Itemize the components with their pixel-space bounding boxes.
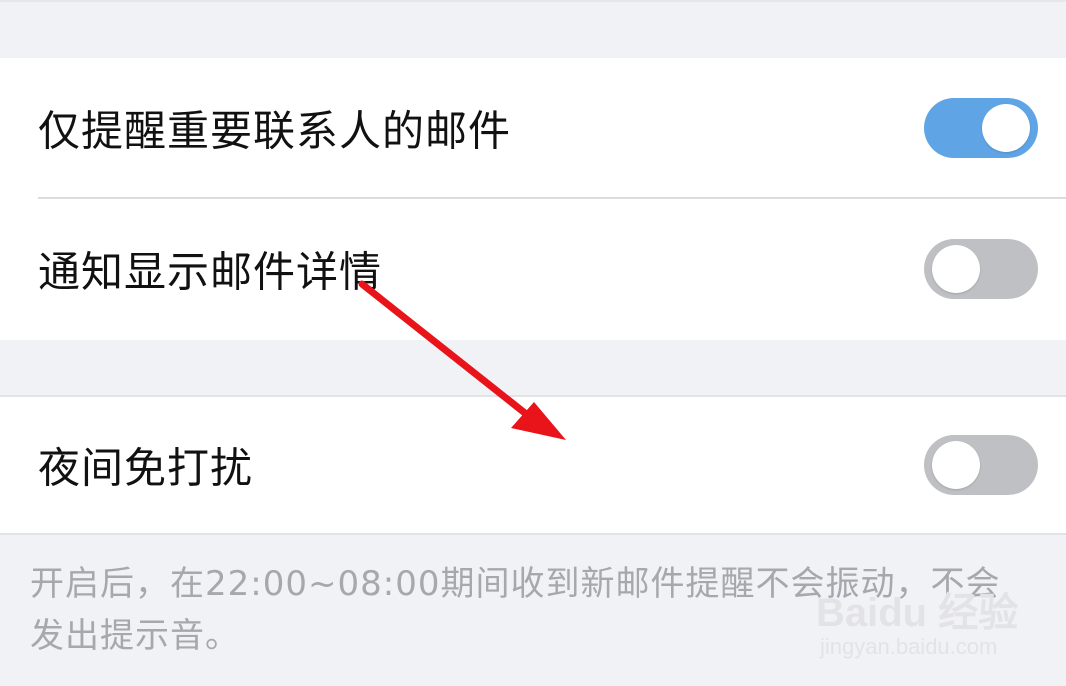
red-annotation-arrow-icon <box>358 280 566 440</box>
